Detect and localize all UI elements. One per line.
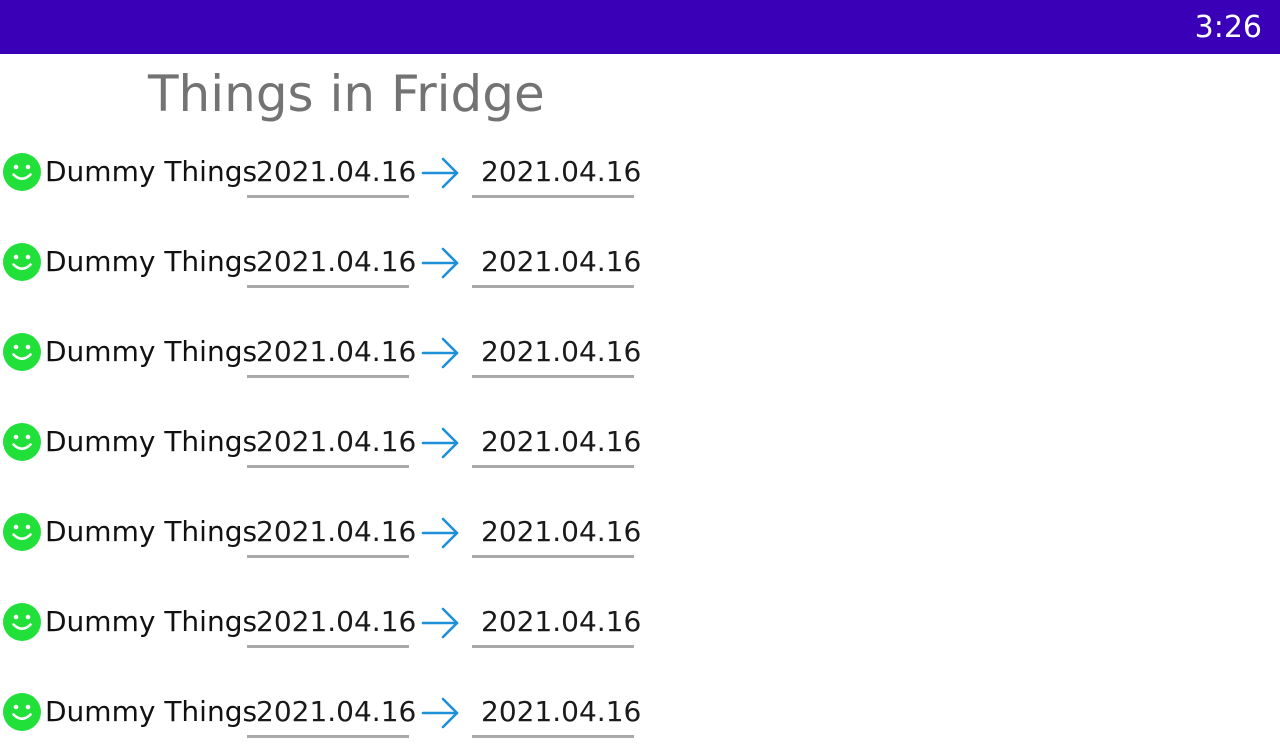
end-date-field[interactable]: 2021.04.16 (472, 240, 641, 288)
start-date-field[interactable]: 2021.04.16 (247, 600, 416, 648)
page-title: Things in Fridge (148, 65, 545, 123)
start-date-field[interactable]: 2021.04.16 (247, 330, 416, 378)
list-item[interactable]: Dummy Things 2021.04.16 2021.04.16 (0, 576, 1280, 666)
end-date-field[interactable]: 2021.04.16 (472, 690, 641, 738)
item-name: Dummy Things (45, 245, 258, 278)
item-name: Dummy Things (45, 425, 258, 458)
arrow-right-icon (421, 607, 459, 639)
arrow-right-icon (421, 337, 459, 369)
fridge-item-list[interactable]: Dummy Things 2021.04.16 2021.04.16 Dummy… (0, 126, 1280, 756)
list-item[interactable]: Dummy Things 2021.04.16 2021.04.16 (0, 486, 1280, 576)
smile-face-icon (3, 243, 41, 281)
start-date-field[interactable]: 2021.04.16 (247, 690, 416, 738)
item-name: Dummy Things (45, 155, 258, 188)
smile-face-icon (3, 153, 41, 191)
start-date-field[interactable]: 2021.04.16 (247, 510, 416, 558)
smile-face-icon (3, 423, 41, 461)
start-date-field[interactable]: 2021.04.16 (247, 240, 416, 288)
list-item[interactable]: Dummy Things 2021.04.16 2021.04.16 (0, 126, 1280, 216)
arrow-right-icon (421, 247, 459, 279)
item-name: Dummy Things (45, 695, 258, 728)
item-name: Dummy Things (45, 605, 258, 638)
end-date-field[interactable]: 2021.04.16 (472, 330, 641, 378)
smile-face-icon (3, 693, 41, 731)
list-item[interactable]: Dummy Things 2021.04.16 2021.04.16 (0, 666, 1280, 756)
item-name: Dummy Things (45, 335, 258, 368)
list-item[interactable]: Dummy Things 2021.04.16 2021.04.16 (0, 306, 1280, 396)
end-date-field[interactable]: 2021.04.16 (472, 150, 641, 198)
smile-face-icon (3, 333, 41, 371)
list-item[interactable]: Dummy Things 2021.04.16 2021.04.16 (0, 396, 1280, 486)
arrow-right-icon (421, 427, 459, 459)
smile-face-icon (3, 513, 41, 551)
arrow-right-icon (421, 517, 459, 549)
arrow-right-icon (421, 157, 459, 189)
end-date-field[interactable]: 2021.04.16 (472, 600, 641, 648)
arrow-right-icon (421, 697, 459, 729)
start-date-field[interactable]: 2021.04.16 (247, 150, 416, 198)
end-date-field[interactable]: 2021.04.16 (472, 420, 641, 468)
item-name: Dummy Things (45, 515, 258, 548)
start-date-field[interactable]: 2021.04.16 (247, 420, 416, 468)
status-time: 3:26 (1194, 10, 1262, 45)
smile-face-icon (3, 603, 41, 641)
end-date-field[interactable]: 2021.04.16 (472, 510, 641, 558)
status-bar: 3:26 (0, 0, 1280, 54)
list-item[interactable]: Dummy Things 2021.04.16 2021.04.16 (0, 216, 1280, 306)
